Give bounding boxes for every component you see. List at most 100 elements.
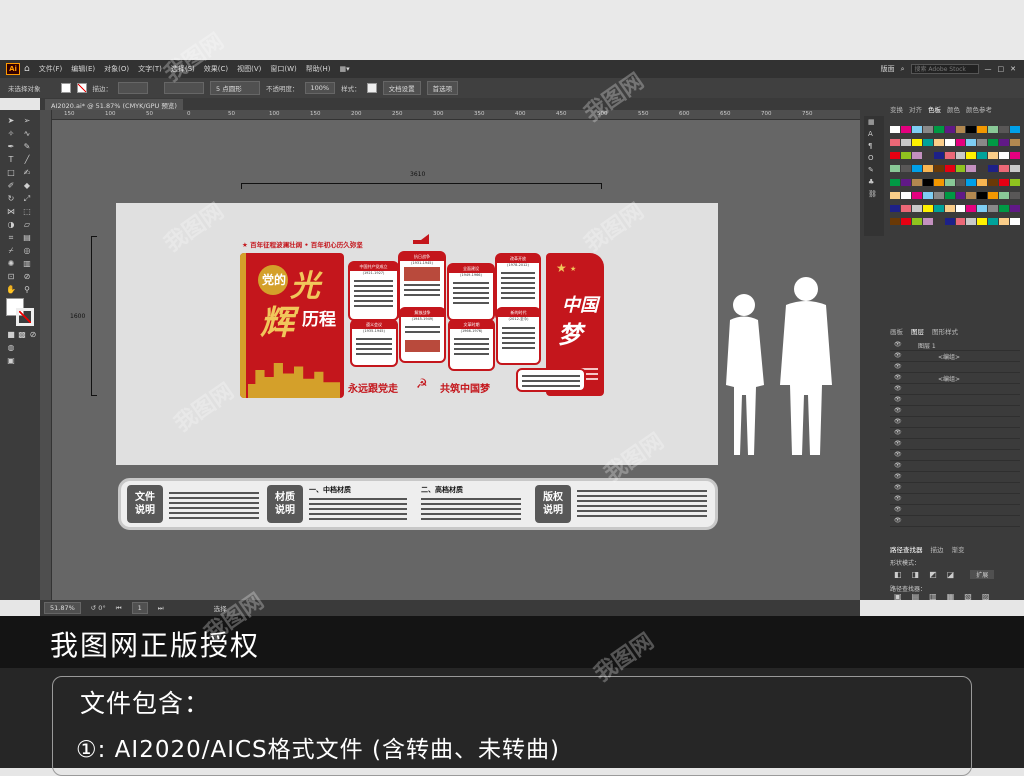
color-swatch[interactable]: [977, 126, 988, 133]
color-swatch[interactable]: [900, 126, 911, 133]
color-swatch[interactable]: [900, 178, 911, 186]
layer-row[interactable]: 👁: [890, 494, 1020, 505]
color-swatch[interactable]: [988, 165, 999, 173]
panel-tab-swatches[interactable]: 色板: [928, 104, 941, 114]
shape-builder-icon[interactable]: ◑: [6, 220, 16, 229]
menu-select[interactable]: 选择(S): [171, 64, 195, 74]
hand-tool-icon[interactable]: ✋: [6, 285, 16, 294]
width-tool-icon[interactable]: ⋈: [6, 207, 16, 216]
panel-tab-transform[interactable]: 变换: [890, 104, 903, 114]
eyedropper-icon[interactable]: ⌿: [6, 246, 16, 255]
color-swatch[interactable]: [988, 139, 999, 147]
menu-view[interactable]: 视图(V): [237, 64, 261, 74]
color-swatch[interactable]: [1010, 139, 1020, 147]
layer-row[interactable]: 👁: [890, 461, 1020, 472]
paragraph-dock-icon[interactable]: ¶: [864, 140, 884, 152]
layer-row[interactable]: 👁: [890, 439, 1020, 450]
color-swatch[interactable]: [890, 204, 900, 212]
zoom-tool-icon[interactable]: ⚲: [22, 285, 32, 294]
symbols-dock-icon[interactable]: ♣: [864, 176, 884, 188]
color-swatch[interactable]: [944, 217, 955, 225]
color-swatch[interactable]: [999, 217, 1010, 225]
document-setup-button[interactable]: 文档设置: [382, 81, 421, 95]
selection-tool-icon[interactable]: ➤: [6, 116, 16, 125]
panel-tab-gradient[interactable]: 渐变: [952, 544, 965, 554]
links-dock-icon[interactable]: ⛓: [864, 188, 884, 200]
color-swatch[interactable]: [988, 204, 999, 212]
panel-tab-align[interactable]: 对齐: [909, 104, 922, 114]
preferences-button[interactable]: 首选项: [426, 81, 459, 95]
color-swatch[interactable]: [1010, 165, 1020, 173]
color-swatch[interactable]: [966, 191, 977, 199]
screen-mode-icon[interactable]: ▣: [6, 356, 16, 365]
color-swatch[interactable]: [922, 126, 933, 133]
vertical-ruler[interactable]: [40, 110, 52, 600]
color-swatch[interactable]: [955, 165, 966, 173]
layer-row[interactable]: 👁: [890, 384, 1020, 395]
line-tool-icon[interactable]: ╱: [22, 155, 32, 164]
minus-front-icon[interactable]: ◨: [912, 570, 920, 579]
lasso-icon[interactable]: ∿: [22, 129, 32, 138]
menu-object[interactable]: 对象(O): [104, 64, 129, 74]
close-button[interactable]: ✕: [1010, 65, 1016, 73]
color-swatch[interactable]: [911, 165, 922, 173]
panel-tab-layers[interactable]: 图层: [911, 326, 924, 336]
color-swatch[interactable]: [890, 152, 900, 160]
artboard[interactable]: ★ 百年征程波澜壮阔 • 百年初心历久弥坚 党的 光 辉 历程 中国共产党成立 …: [116, 203, 718, 465]
color-swatch[interactable]: [944, 204, 955, 212]
layer-row[interactable]: 👁 <编组>: [890, 351, 1020, 362]
color-swatch[interactable]: [890, 191, 900, 199]
draw-mode-icon[interactable]: ◍: [6, 343, 16, 352]
color-swatch[interactable]: [933, 191, 944, 199]
color-swatch[interactable]: [933, 178, 944, 186]
perspective-icon[interactable]: ▱: [22, 220, 32, 229]
panel-tab-color-guide[interactable]: 颜色参考: [966, 104, 992, 114]
color-swatch[interactable]: [977, 178, 988, 186]
color-swatch[interactable]: [890, 139, 900, 147]
color-mode-icon[interactable]: ■: [6, 330, 16, 339]
color-swatch[interactable]: [966, 126, 977, 133]
color-swatch[interactable]: [911, 178, 922, 186]
document-tab[interactable]: AI2020.ai* @ 51.87% (CMYK/GPU 预览): [45, 99, 183, 110]
color-swatch[interactable]: [955, 178, 966, 186]
menu-effect[interactable]: 效果(C): [204, 64, 228, 74]
color-swatch[interactable]: [890, 178, 900, 186]
layer-row[interactable]: 👁: [890, 472, 1020, 483]
exclude-icon[interactable]: ◪: [947, 570, 955, 579]
color-swatch[interactable]: [911, 139, 922, 147]
layer-row[interactable]: 👁: [890, 450, 1020, 461]
gradient-mode-icon[interactable]: ▩: [17, 330, 27, 339]
stroke-swatch[interactable]: [76, 83, 87, 93]
color-swatch[interactable]: [966, 217, 977, 225]
merge-icon[interactable]: ▥: [929, 592, 937, 601]
color-swatch[interactable]: [933, 165, 944, 173]
color-swatch[interactable]: [944, 191, 955, 199]
color-swatch[interactable]: [944, 165, 955, 173]
graph-tool-icon[interactable]: ▥: [22, 259, 32, 268]
unite-icon[interactable]: ◧: [894, 570, 902, 579]
color-swatch[interactable]: [890, 165, 900, 173]
minimize-button[interactable]: —: [985, 65, 992, 73]
last-page-icon[interactable]: ⏭: [158, 604, 164, 613]
none-mode-icon[interactable]: ⊘: [28, 330, 38, 339]
color-swatch[interactable]: [999, 178, 1010, 186]
symbol-sprayer-icon[interactable]: ✺: [6, 259, 16, 268]
menu-edit[interactable]: 编辑(E): [71, 64, 95, 74]
slice-tool-icon[interactable]: ⊘: [22, 272, 32, 281]
gradient-icon[interactable]: ▤: [22, 233, 32, 242]
color-swatch[interactable]: [911, 191, 922, 199]
rectangle-tool-icon[interactable]: □: [6, 168, 16, 177]
color-swatch[interactable]: [955, 152, 966, 160]
color-swatch[interactable]: [900, 152, 911, 160]
panel-tab-color[interactable]: 颜色: [947, 104, 960, 114]
arrange-icon[interactable]: ▦▾: [340, 65, 350, 73]
first-page-icon[interactable]: ⏮: [116, 604, 122, 613]
crop-icon[interactable]: ▦: [947, 592, 955, 601]
color-swatch[interactable]: [988, 152, 999, 160]
color-swatch[interactable]: [977, 139, 988, 147]
trim-icon[interactable]: ▤: [912, 592, 920, 601]
fill-swatch[interactable]: [60, 83, 71, 93]
color-swatch[interactable]: [922, 204, 933, 212]
scale-icon[interactable]: ⤢: [22, 194, 32, 203]
layer-row[interactable]: 👁: [890, 505, 1020, 516]
